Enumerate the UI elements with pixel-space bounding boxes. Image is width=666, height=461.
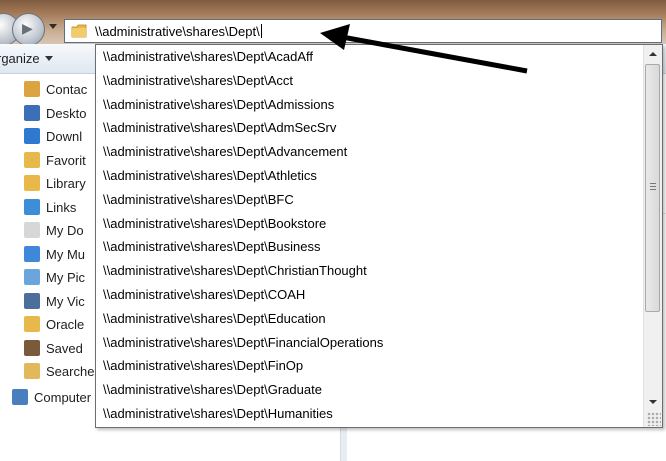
annotation-arrow	[320, 24, 528, 74]
arrow-head-icon	[320, 24, 350, 50]
arrow-shaft	[341, 34, 528, 74]
